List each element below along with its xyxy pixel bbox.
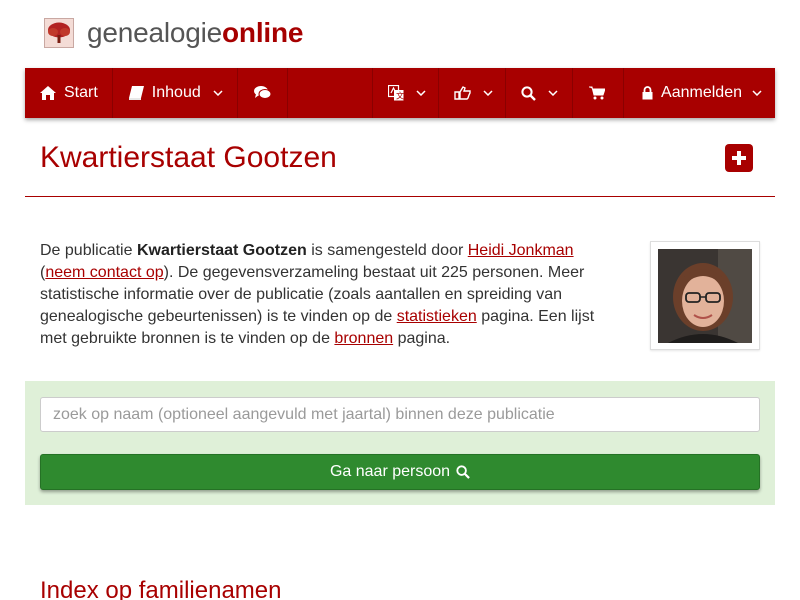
person-search-panel: Ga naar persoon [25, 381, 775, 505]
author-link[interactable]: Heidi Jonkman [468, 242, 574, 259]
search-icon [456, 465, 470, 479]
chevron-down-icon [213, 90, 223, 96]
sources-link[interactable]: bronnen [334, 330, 393, 347]
go-to-person-button[interactable]: Ga naar persoon [40, 454, 760, 490]
shopping-cart-icon [589, 86, 606, 100]
chevron-down-icon [416, 90, 426, 96]
home-icon [40, 86, 56, 100]
go-to-person-label: Ga naar persoon [329, 463, 451, 480]
svg-text:文: 文 [396, 91, 404, 101]
main-navigation: Start Inhoud 文 Aanmelden [25, 68, 775, 118]
page-title: Kwartierstaat Gootzen [40, 141, 337, 174]
nav-start[interactable]: Start [25, 68, 113, 118]
person-search-input[interactable] [40, 397, 760, 432]
nav-spacer [288, 68, 374, 118]
desc-text: De publicatie [40, 242, 137, 259]
publication-description: De publicatie Kwartierstaat Gootzen is s… [40, 240, 610, 350]
nav-chat[interactable] [238, 68, 288, 118]
tree-icon [44, 18, 74, 48]
nav-cart[interactable] [573, 68, 625, 118]
search-icon [521, 85, 536, 101]
chevron-down-icon [548, 90, 558, 96]
nav-inhoud-label: Inhoud [151, 84, 201, 101]
chevron-down-icon [483, 90, 493, 96]
nav-aanmelden-label: Aanmelden [661, 84, 742, 101]
desc-text: is samengesteld door [306, 242, 468, 259]
comments-icon [253, 86, 271, 99]
nav-start-label: Start [64, 84, 98, 101]
author-photo-frame[interactable] [650, 241, 760, 350]
nav-language[interactable]: 文 [373, 68, 440, 118]
desc-text: pagina. [393, 330, 451, 347]
nav-search[interactable] [506, 68, 574, 118]
chevron-down-icon [752, 90, 762, 96]
author-avatar [658, 249, 752, 343]
lock-icon [642, 86, 653, 100]
logo-wordmark: genealogieonline [87, 17, 304, 48]
site-logo[interactable]: genealogieonline [44, 18, 303, 48]
add-button[interactable] [725, 144, 753, 172]
nav-aanmelden[interactable]: Aanmelden [624, 68, 775, 118]
contact-link[interactable]: neem contact op [45, 264, 163, 281]
title-divider [25, 196, 775, 197]
nav-hand[interactable] [439, 68, 507, 118]
nav-inhoud[interactable]: Inhoud [113, 68, 238, 118]
statistics-link[interactable]: statistieken [397, 308, 477, 325]
book-icon [128, 86, 144, 100]
publication-name: Kwartierstaat Gootzen [136, 242, 307, 259]
hand-pointer-icon [454, 86, 471, 100]
surname-index-heading: Index op familienamen [40, 577, 282, 600]
plus-icon [732, 151, 746, 165]
translate-icon: 文 [388, 85, 404, 101]
